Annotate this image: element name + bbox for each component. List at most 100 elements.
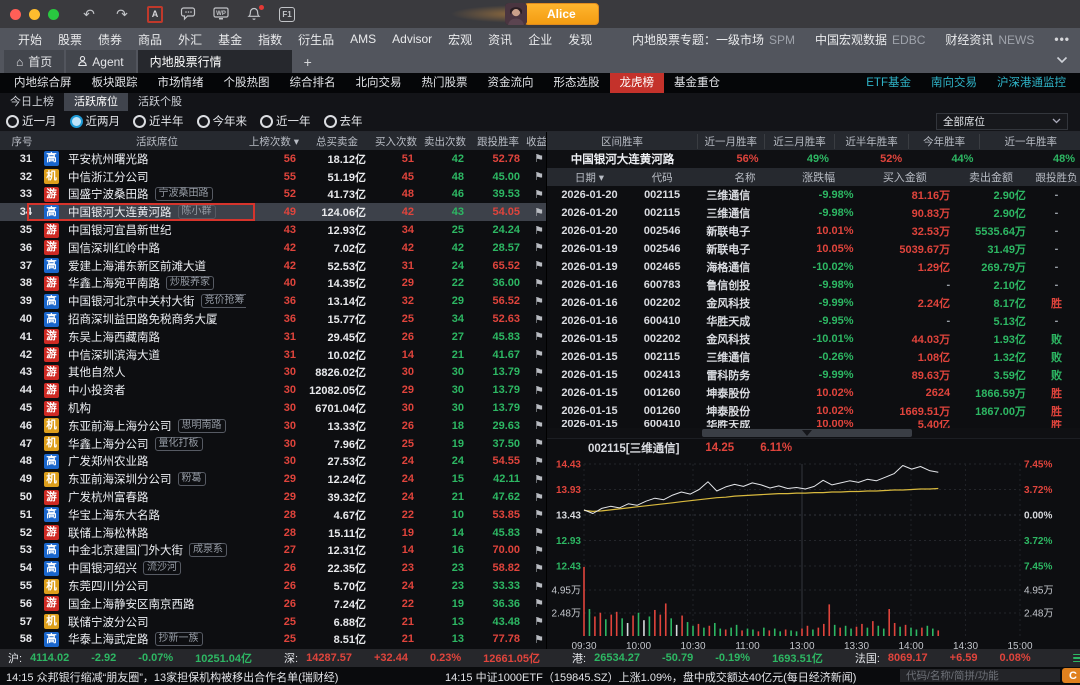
seat-row[interactable]: 34高中国银河大连黄河路陈小群49124.06亿424354.05⚑ xyxy=(0,203,546,221)
menu-right-item[interactable]: 内地股票专题：一级市场SPM xyxy=(632,31,795,48)
seat-row[interactable]: 41游东吴上海西藏南路3129.45亿262745.83⚑ xyxy=(0,328,546,346)
detail-row[interactable]: 2026-01-20002546新联电子10.01%32.53万5535.64万… xyxy=(547,222,1080,240)
subnav-item-内地综合屏[interactable]: 内地综合屏 xyxy=(4,73,82,93)
seat-row[interactable]: 38游华鑫上海宛平南路炒股养家4014.35亿292236.00⚑ xyxy=(0,275,546,293)
menu-item-股票[interactable]: 股票 xyxy=(50,31,90,48)
subnav-item-基金重仓[interactable]: 基金重仓 xyxy=(664,73,730,93)
tab-home[interactable]: ⌂ 首页 xyxy=(4,50,64,73)
period-radio-近一月[interactable]: 近一月 xyxy=(6,113,57,129)
seat-row[interactable]: 39高中国银河北京中关村大街竞价抢筹3613.14亿322956.52⚑ xyxy=(0,292,546,310)
new-tab-button[interactable]: + xyxy=(294,50,322,73)
search-input[interactable] xyxy=(900,669,1060,682)
detail-row[interactable]: 2026-01-15001260坤泰股份10.02%26241866.59万胜 xyxy=(547,384,1080,402)
menu-item-开始[interactable]: 开始 xyxy=(10,31,50,48)
seat-row[interactable]: 45游机构306701.04亿303013.79⚑ xyxy=(0,399,546,417)
seat-row[interactable]: 47机华鑫上海分公司量化打板307.96亿251937.50⚑ xyxy=(0,435,546,453)
menu-lines-green-icon[interactable] xyxy=(1073,654,1080,663)
period-radio-近一年[interactable]: 近一年 xyxy=(260,113,311,129)
menu-item-发现[interactable]: 发现 xyxy=(560,31,600,48)
seat-row[interactable]: 55机东莞四川分公司265.70亿242333.33⚑ xyxy=(0,577,546,595)
detail-row[interactable]: 2026-01-20002115三维通信-9.98%81.16万2.90亿- xyxy=(547,186,1080,204)
subnav-item-龙虎榜[interactable]: 龙虎榜 xyxy=(610,73,665,93)
maximize-window-icon[interactable] xyxy=(48,9,59,20)
detail-row[interactable]: 2026-01-15600410华胜天成10.00%5.40亿胜 xyxy=(547,420,1080,428)
subnav-item-市场情绪[interactable]: 市场情绪 xyxy=(148,73,214,93)
chat-icon[interactable] xyxy=(180,6,196,22)
seat-filter-dropdown[interactable]: 全部席位 xyxy=(936,113,1068,130)
seat-row[interactable]: 40高招商深圳益田路免税商务大厦3615.77亿253452.63⚑ xyxy=(0,310,546,328)
detail-row[interactable]: 2026-01-15001260坤泰股份10.02%1669.51万1867.0… xyxy=(547,402,1080,420)
user-account[interactable]: Alice xyxy=(505,3,599,25)
seat-row[interactable]: 33游国盛宁波桑田路宁波桑田路5241.73亿484639.53⚑ xyxy=(0,186,546,204)
menu-item-企业[interactable]: 企业 xyxy=(520,31,560,48)
tab-mainland-stocks[interactable]: 内地股票行情 xyxy=(138,50,292,73)
subnav-item-综合排名[interactable]: 综合排名 xyxy=(280,73,346,93)
subnav-item-热门股票[interactable]: 热门股票 xyxy=(412,73,478,93)
seat-col-header[interactable]: 总买卖金 xyxy=(302,134,372,149)
annotate-a-icon[interactable]: A xyxy=(147,6,163,22)
seat-col-header[interactable]: 卖出次数 xyxy=(420,134,470,149)
menu-item-Advisor[interactable]: Advisor xyxy=(384,32,440,46)
detail-row[interactable]: 2026-01-15002115三维通信-0.26%1.08亿1.32亿败 xyxy=(547,348,1080,366)
subnav-item-资金流向[interactable]: 资金流向 xyxy=(478,73,544,93)
more-menu-icon[interactable]: ••• xyxy=(1054,32,1070,46)
menu-item-衍生品[interactable]: 衍生品 xyxy=(290,31,342,48)
seat-row[interactable]: 37高爱建上海浦东新区前滩大道4252.53亿312465.52⚑ xyxy=(0,257,546,275)
tab-agent[interactable]: Agent xyxy=(66,50,135,73)
period-radio-近半年[interactable]: 近半年 xyxy=(133,113,184,129)
detail-col-header[interactable]: 日期 ▾ xyxy=(547,170,632,185)
subnav-item-形态选股[interactable]: 形态选股 xyxy=(544,73,610,93)
wp-screen-icon[interactable]: WP xyxy=(213,6,229,22)
detail-row[interactable]: 2026-01-16002202金风科技-9.99%2.24亿8.17亿胜 xyxy=(547,294,1080,312)
seat-row[interactable]: 44游中小投资者3012082.05亿293013.79⚑ xyxy=(0,381,546,399)
menu-item-基金[interactable]: 基金 xyxy=(210,31,250,48)
f1-icon[interactable]: F1 xyxy=(279,6,295,22)
menu-item-AMS[interactable]: AMS xyxy=(342,32,384,46)
scrollbar-handle[interactable] xyxy=(702,429,912,437)
seat-row[interactable]: 51高华宝上海东大名路284.67亿221053.85⚑ xyxy=(0,506,546,524)
segment-今日上榜[interactable]: 今日上榜 xyxy=(0,93,64,111)
seat-row[interactable]: 43游其他自然人308826.02亿303013.79⚑ xyxy=(0,364,546,382)
seat-row[interactable]: 52游联储上海松林路2815.11亿191445.83⚑ xyxy=(0,524,546,542)
detail-row[interactable]: 2026-01-15002202金风科技-10.01%44.03万1.93亿败 xyxy=(547,330,1080,348)
period-radio-近两月[interactable]: 近两月 xyxy=(70,113,121,129)
horizontal-scrollbar[interactable] xyxy=(547,428,1080,438)
subnav-item-北向交易[interactable]: 北向交易 xyxy=(346,73,412,93)
menu-item-债券[interactable]: 债券 xyxy=(90,31,130,48)
seat-row[interactable]: 54高中国银河绍兴流沙河2622.35亿232358.82⚑ xyxy=(0,559,546,577)
period-radio-去年[interactable]: 去年 xyxy=(324,113,363,129)
seat-col-header[interactable]: 上榜次数 ▾ xyxy=(246,134,302,149)
seat-row[interactable]: 35游中国银河宜昌新世纪4312.93亿342524.24⚑ xyxy=(0,221,546,239)
corner-button[interactable]: C xyxy=(1062,668,1080,683)
subnav-right-ETF基金[interactable]: ETF基金 xyxy=(856,73,921,93)
seat-row[interactable]: 31高平安杭州曙光路5618.12亿514252.78⚑ xyxy=(0,150,546,168)
minimize-window-icon[interactable] xyxy=(29,9,40,20)
menu-item-商品[interactable]: 商品 xyxy=(130,31,170,48)
seat-row[interactable]: 42游中信深圳滨海大道3110.02亿142141.67⚑ xyxy=(0,346,546,364)
menu-right-item[interactable]: 财经资讯NEWS xyxy=(945,31,1034,48)
detail-row[interactable]: 2026-01-19002465海格通信-10.02%1.29亿269.79万- xyxy=(547,258,1080,276)
subnav-right-沪深港通监控[interactable]: 沪深港通监控 xyxy=(987,73,1076,93)
period-radio-今年来[interactable]: 今年来 xyxy=(197,113,248,129)
segment-活跃个股[interactable]: 活跃个股 xyxy=(128,93,192,111)
detail-row[interactable]: 2026-01-16600783鲁信创投-9.98%-2.10亿- xyxy=(547,276,1080,294)
subnav-item-个股热图[interactable]: 个股热图 xyxy=(214,73,280,93)
menu-item-指数[interactable]: 指数 xyxy=(250,31,290,48)
seat-row[interactable]: 36游国信深圳红岭中路427.02亿424228.57⚑ xyxy=(0,239,546,257)
undo-icon[interactable]: ↶ xyxy=(81,6,97,22)
seat-row[interactable]: 57机联储宁波分公司256.88亿211343.48⚑ xyxy=(0,613,546,631)
close-window-icon[interactable] xyxy=(10,9,21,20)
seat-row[interactable]: 50游广发杭州富春路2939.32亿242147.62⚑ xyxy=(0,488,546,506)
seat-row[interactable]: 49机东亚前海深圳分公司粉葛2912.24亿241542.11⚑ xyxy=(0,470,546,488)
segment-活跃席位[interactable]: 活跃席位 xyxy=(64,93,128,111)
seat-col-header[interactable]: 买入次数 xyxy=(372,134,420,149)
detail-row[interactable]: 2026-01-16600410华胜天成-9.95%-5.13亿- xyxy=(547,312,1080,330)
seat-col-header[interactable]: 跟投胜率 xyxy=(470,134,526,149)
seat-row[interactable]: 32机中信浙江分公司5551.19亿454845.00⚑ xyxy=(0,168,546,186)
subnav-item-板块跟踪[interactable]: 板块跟踪 xyxy=(82,73,148,93)
bell-icon[interactable] xyxy=(246,6,262,22)
seat-row[interactable]: 58高华泰上海武定路抄新一族258.51亿211377.78⚑ xyxy=(0,631,546,649)
menu-item-资讯[interactable]: 资讯 xyxy=(480,31,520,48)
chevron-down-icon[interactable] xyxy=(1056,55,1068,67)
menu-item-宏观[interactable]: 宏观 xyxy=(440,31,480,48)
